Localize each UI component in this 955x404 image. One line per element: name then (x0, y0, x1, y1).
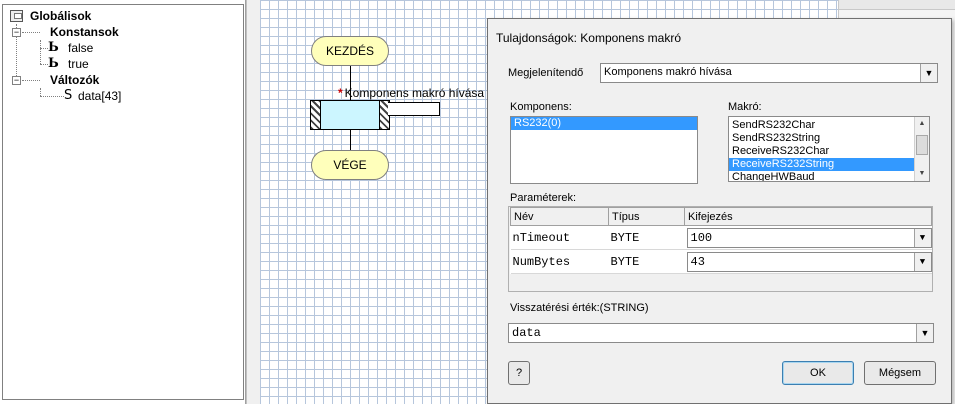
tree-root-label: Globálisok (30, 9, 92, 23)
scroll-down-icon[interactable]: ▼ (915, 167, 929, 181)
params-label: Paraméterek: (510, 192, 577, 204)
column-header-type[interactable]: Típus (608, 207, 685, 226)
macro-label: Makró: (728, 101, 762, 113)
collapse-toggle-icon[interactable]: − (12, 76, 21, 85)
component-macro-block[interactable] (310, 100, 390, 130)
tree-item-false[interactable]: Ь false (48, 40, 198, 56)
tree-item-label: data[43] (78, 89, 122, 103)
tree-connector (40, 64, 48, 65)
flow-connector (350, 130, 351, 150)
param-type: BYTE (608, 249, 685, 274)
column-header-expression[interactable]: Kifejezés (684, 207, 932, 226)
component-label: Komponens: (510, 101, 572, 113)
macro-list[interactable]: SendRS232Char SendRS232String ReceiveRS2… (728, 116, 930, 182)
tree-item-data[interactable]: S data[43] (64, 88, 214, 104)
scroll-up-icon[interactable]: ▲ (915, 117, 929, 131)
macro-block-hatch (311, 101, 321, 129)
return-value-label: Visszatérési érték:(STRING) (510, 302, 649, 314)
constant-icon: Ь (48, 56, 59, 71)
param-expression-value: 43 (690, 254, 705, 269)
macro-list-item[interactable]: SendRS232Char (729, 119, 929, 132)
tree-connector (22, 80, 40, 81)
param-expression-cell: 43 ▼ (684, 249, 932, 274)
component-macro-dialog: Tulajdonságok: Komponens makró Megjelení… (487, 18, 952, 404)
tree-item-variables[interactable]: Változók (50, 72, 200, 88)
chevron-down-icon[interactable]: ▼ (913, 228, 931, 247)
macro-list-scrollbar[interactable]: ▲ ▼ (914, 117, 929, 181)
tree-connector (40, 40, 41, 64)
side-panel-toolbar (839, 0, 955, 10)
help-button[interactable]: ? (508, 361, 530, 385)
return-value-text: data (512, 326, 541, 340)
column-header-name[interactable]: Név (510, 207, 609, 226)
constant-icon: Ь (48, 40, 59, 55)
globals-icon (10, 10, 23, 22)
collapse-toggle-icon[interactable]: − (12, 28, 21, 37)
return-value-select[interactable]: data ▼ (508, 323, 934, 343)
chevron-down-icon[interactable]: ▼ (920, 64, 937, 82)
tree-root[interactable]: Globálisok (8, 8, 208, 24)
param-expression-value: 100 (690, 230, 713, 245)
cancel-button[interactable]: Mégsem (864, 361, 936, 385)
macro-callout-tab (388, 102, 440, 116)
vertical-scrollbar[interactable] (246, 0, 260, 404)
asterisk-icon: * (338, 86, 343, 100)
param-expression-cell: 100 ▼ (684, 225, 932, 250)
tree-connector (40, 96, 64, 97)
tree-connector (22, 32, 40, 33)
tree-item-constants[interactable]: Konstansok (50, 24, 200, 40)
tree-item-label: false (68, 41, 94, 55)
variable-tree-panel: Globálisok − Konstansok Ь false Ь true −… (0, 0, 246, 404)
params-header-row: Név Típus Kifejezés (510, 207, 932, 226)
table-row: NumBytes BYTE 43 ▼ (510, 249, 932, 274)
display-select[interactable]: Komponens makró hívása ▼ (600, 63, 938, 83)
tree-item-true[interactable]: Ь true (48, 56, 198, 72)
tree-connector (40, 88, 41, 96)
ok-button[interactable]: OK (782, 361, 854, 385)
macro-list-item[interactable]: SendRS232String (729, 132, 929, 145)
param-name: nTimeout (510, 225, 609, 250)
display-select-value: Komponens makró hívása (604, 66, 732, 78)
tree-connector (40, 48, 48, 49)
start-terminal[interactable]: KEZDÉS (311, 36, 389, 66)
chevron-down-icon[interactable]: ▼ (916, 324, 933, 342)
component-list[interactable]: RS232(0) (510, 116, 698, 184)
macro-call-caption-text: Komponens makró hívása (344, 86, 485, 100)
macro-list-item[interactable]: ChangeHWBaud (729, 171, 929, 181)
scroll-thumb[interactable] (916, 135, 928, 155)
display-label: Megjelenítendő (508, 67, 584, 79)
param-name: NumBytes (510, 249, 609, 274)
tree-item-label: Változók (50, 73, 100, 87)
params-table: Név Típus Kifejezés nTimeout BYTE 100 ▼ … (510, 207, 932, 274)
tree-item-label: true (68, 57, 89, 71)
macro-call-caption: * Komponens makró hívása (338, 86, 484, 100)
table-row: nTimeout BYTE 100 ▼ (510, 225, 932, 250)
chevron-down-icon[interactable]: ▼ (913, 252, 931, 271)
string-variable-icon: S (64, 88, 73, 103)
macro-list-item[interactable]: ReceiveRS232Char (729, 145, 929, 158)
component-list-item[interactable]: RS232(0) (511, 117, 697, 130)
macro-list-item-selected[interactable]: ReceiveRS232String (729, 158, 929, 171)
param-type: BYTE (608, 225, 685, 250)
dialog-title: Tulajdonságok: Komponens makró (496, 31, 681, 45)
param-expression-select[interactable]: 100 ▼ (686, 227, 932, 248)
tree-item-label: Konstansok (50, 25, 119, 39)
param-expression-select[interactable]: 43 ▼ (686, 251, 932, 272)
end-terminal[interactable]: VÉGE (311, 150, 389, 180)
